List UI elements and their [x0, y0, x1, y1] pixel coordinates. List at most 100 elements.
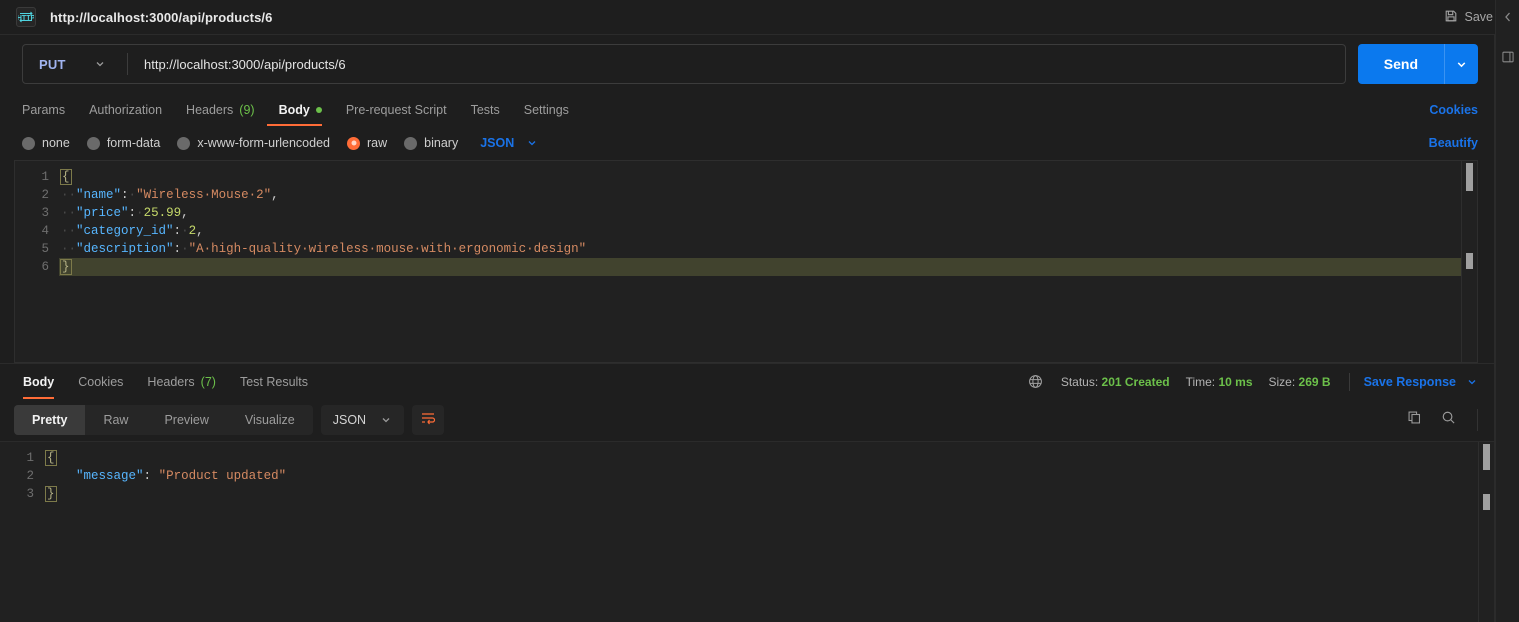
code-line[interactable]: ··"price":·25.99, — [59, 204, 1461, 222]
view-mode-pretty[interactable]: Pretty — [14, 405, 86, 435]
code-token: ·· — [61, 206, 77, 220]
method-select[interactable]: PUT — [23, 45, 127, 83]
code-token: ·· — [61, 188, 77, 202]
divider — [1477, 409, 1478, 431]
response-code-editor[interactable]: 1 2 3 { "message": "Product updated"} — [0, 442, 1478, 622]
beautify-button[interactable]: Beautify — [1419, 136, 1478, 150]
response-toolbar: Pretty Raw Preview Visualize JSON — [0, 399, 1494, 441]
response-status-strip: Status: 201 Created Time: 10 ms Size: 26… — [1028, 364, 1478, 399]
word-wrap-button[interactable] — [412, 405, 445, 435]
response-tab-test-results[interactable]: Test Results — [228, 364, 320, 399]
tab-label: Headers — [186, 102, 234, 117]
code-line[interactable]: ··"category_id":·2, — [59, 222, 1461, 240]
cookies-link[interactable]: Cookies — [1419, 93, 1478, 126]
chevron-down-icon — [526, 137, 538, 149]
code-line[interactable]: "message": "Product updated" — [44, 467, 1478, 485]
body-type-form-data[interactable]: form-data — [86, 136, 160, 150]
line-number: 1 — [41, 170, 49, 184]
raw-format-select[interactable]: JSON — [480, 136, 538, 150]
code-line[interactable]: } — [59, 258, 1461, 276]
response-format-label: JSON — [332, 413, 367, 427]
globe-icon[interactable] — [1028, 374, 1043, 389]
tab-label: Body — [23, 374, 55, 389]
radio-icon — [177, 136, 191, 150]
size-value: 269 B — [1298, 374, 1331, 389]
response-tab-body[interactable]: Body — [11, 364, 66, 399]
body-type-binary[interactable]: binary — [404, 136, 458, 150]
tab-label: Tests — [470, 102, 500, 117]
view-mode-visualize[interactable]: Visualize — [227, 405, 313, 435]
send-options-button[interactable] — [1444, 44, 1478, 84]
brace-token: { — [60, 169, 72, 185]
search-button[interactable] — [1435, 407, 1461, 433]
scrollbar-thumb-secondary[interactable] — [1466, 253, 1473, 269]
request-tabs: Params Authorization Headers (9) Body Pr… — [0, 93, 1494, 126]
request-body-editor[interactable]: 123456 {··"name":·"Wireless·Mouse·2", ··"… — [14, 160, 1478, 363]
save-response-button[interactable]: Save Response — [1364, 375, 1478, 389]
line-number: 2 — [41, 188, 49, 202]
raw-format-label: JSON — [480, 136, 515, 150]
view-mode-raw[interactable]: Raw — [85, 405, 146, 435]
request-editor-scrollbar[interactable] — [1461, 161, 1477, 362]
tab-body[interactable]: Body — [266, 93, 334, 126]
line-number: 2 — [26, 469, 34, 483]
window-header: HTTP http://localhost:3000/api/products/… — [0, 0, 1519, 35]
time-value: 10 ms — [1218, 374, 1253, 389]
code-token: 25.99 — [143, 206, 182, 220]
code-token: · — [181, 224, 189, 238]
request-code-area[interactable]: {··"name":·"Wireless·Mouse·2", ··"price":… — [59, 161, 1461, 362]
code-line[interactable]: { — [59, 168, 1461, 186]
line-number: 3 — [26, 487, 34, 501]
tab-authorization[interactable]: Authorization — [77, 93, 174, 126]
tab-params[interactable]: Params — [22, 93, 77, 126]
view-mode-preview[interactable]: Preview — [146, 405, 226, 435]
tab-label: Pre-request Script — [345, 102, 447, 117]
copy-button[interactable] — [1401, 407, 1427, 433]
panel-square-icon[interactable] — [1499, 48, 1517, 66]
code-line[interactable]: } — [44, 485, 1478, 503]
divider — [1348, 372, 1350, 391]
response-tab-cookies[interactable]: Cookies — [66, 364, 135, 399]
request-line-numbers: 1 2 3 4 5 6 — [15, 161, 59, 362]
save-button[interactable]: Save — [1436, 5, 1502, 30]
code-token: : — [173, 224, 182, 238]
time-label: Time: — [1185, 374, 1216, 389]
response-body-editor[interactable]: 1 2 3 { "message": "Product updated"} — [0, 441, 1494, 622]
copy-icon — [1407, 410, 1422, 430]
scrollbar-thumb[interactable] — [1466, 163, 1473, 191]
code-token: ·· — [61, 224, 77, 238]
body-type-label: binary — [424, 136, 459, 150]
save-button-label: Save — [1464, 10, 1494, 24]
code-line[interactable]: ··"name":·"Wireless·Mouse·2", — [59, 186, 1461, 204]
response-tab-headers[interactable]: Headers (7) — [135, 364, 228, 399]
http-badge-icon: HTTP — [16, 7, 36, 27]
response-code-area[interactable]: { "message": "Product updated"} — [44, 442, 1478, 622]
tab-pre-request-script[interactable]: Pre-request Script — [334, 93, 459, 126]
body-type-none[interactable]: none — [22, 136, 70, 150]
tab-headers[interactable]: Headers (9) — [174, 93, 267, 126]
code-token: ·· — [61, 242, 77, 256]
response-editor-scrollbar[interactable] — [1478, 442, 1494, 622]
url-input[interactable] — [128, 45, 1345, 83]
send-button[interactable]: Send — [1357, 44, 1444, 84]
scrollbar-thumb-secondary[interactable] — [1483, 494, 1490, 510]
response-tabs: Body Cookies Headers (7) Test Results St… — [0, 364, 1494, 399]
scrollbar-thumb[interactable] — [1483, 444, 1490, 470]
request-code-editor[interactable]: 123456 {··"name":·"Wireless·Mouse·2", ··"… — [15, 161, 1461, 362]
tab-label: Test Results — [239, 374, 309, 389]
tab-settings[interactable]: Settings — [512, 93, 581, 126]
body-type-raw[interactable]: raw — [347, 136, 387, 150]
tab-tests[interactable]: Tests — [459, 93, 512, 126]
code-line[interactable]: { — [44, 449, 1478, 467]
chevron-left-icon[interactable] — [1499, 8, 1517, 26]
brace-token: { — [45, 450, 57, 466]
response-format-select[interactable]: JSON — [320, 405, 405, 435]
size-badge: Size: 269 B — [1269, 375, 1331, 389]
body-type-x-www-form-urlencoded[interactable]: x-www-form-urlencoded — [177, 136, 330, 150]
code-line[interactable]: ··"description":·"A·high-quality·wireles… — [59, 240, 1461, 258]
code-token: , — [181, 206, 189, 220]
tab-label: Params — [22, 102, 66, 117]
body-type-label: x-www-form-urlencoded — [197, 136, 330, 150]
